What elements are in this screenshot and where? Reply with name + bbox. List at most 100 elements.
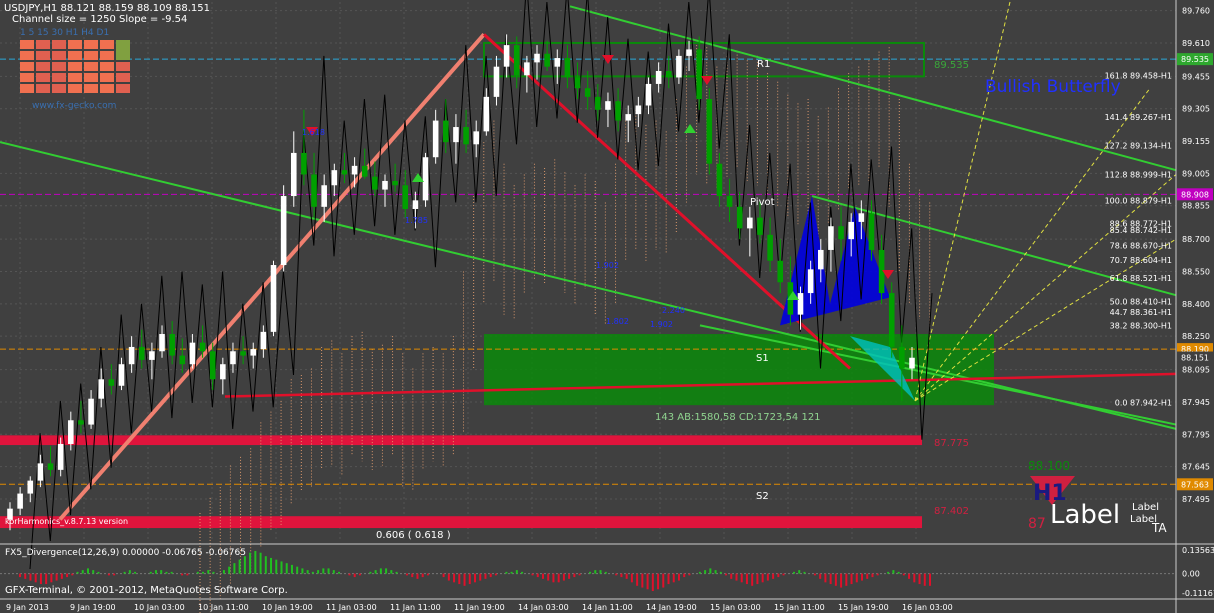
price-flag-label: 87.563: [1181, 480, 1209, 489]
candle-body: [534, 53, 540, 63]
candle-body: [625, 114, 632, 121]
candle-body: [290, 152, 297, 197]
candle-body: [78, 420, 84, 425]
candle-body: [68, 420, 74, 444]
candle-body: [757, 217, 763, 235]
price-tick-label: 89.305: [1182, 105, 1210, 114]
wave-label: 1.618: [302, 128, 325, 137]
candle-body: [909, 357, 915, 369]
gecko-cell: [84, 73, 98, 82]
fib-level-label: 0.0 87.942-H1: [1115, 399, 1172, 408]
gecko-cell: [52, 62, 66, 71]
fib-level-label: 44.7 88.361-H1: [1110, 308, 1172, 317]
gecko-cell: [68, 40, 82, 49]
candle-body: [57, 443, 64, 470]
fib-level-label: 38.2 88.300-H1: [1110, 321, 1172, 330]
candle-body: [138, 346, 145, 360]
candle-body: [645, 83, 652, 106]
wave-label: 1.785: [405, 216, 428, 225]
time-tick-label: 14 Jan 03:00: [518, 603, 569, 612]
time-tick-label: 15 Jan 19:00: [838, 603, 889, 612]
gecko-cell: [36, 40, 50, 49]
candle-body: [665, 70, 672, 78]
gecko-cell: [84, 51, 98, 60]
gecko-cell: [20, 73, 34, 82]
wave-label: 1.802: [606, 317, 629, 326]
candle-body: [797, 293, 804, 315]
candle-body: [311, 174, 317, 207]
fib-level-label: 100.0 88.879-H1: [1105, 197, 1172, 206]
fib-level-label: 70.7 88.604-H1: [1110, 256, 1172, 265]
zone-label-s2: 87.402: [934, 506, 969, 517]
candle-body: [402, 185, 409, 209]
gecko-cell: [116, 73, 130, 82]
candle-body: [807, 269, 814, 294]
candle-body: [747, 217, 753, 229]
time-tick-label: 15 Jan 11:00: [774, 603, 825, 612]
fib-level-label: 141.4 89.267-H1: [1105, 113, 1172, 122]
price-tick-label: 89.760: [1182, 7, 1210, 16]
candle-body: [321, 185, 327, 207]
gecko-cell: [116, 84, 130, 93]
fib-level-label: 61.8 88.521-H1: [1110, 274, 1172, 283]
candle-body: [199, 342, 206, 352]
price-chart[interactable]: 161.8 89.458-H1141.4 89.267-H1127.2 89.1…: [0, 0, 1214, 613]
zone-label-s1: 87.775: [934, 438, 969, 449]
candle-body: [605, 101, 611, 110]
candle-body: [767, 234, 773, 261]
time-tick-label: 9 Jan 2013: [6, 603, 49, 612]
candle-body: [250, 349, 257, 356]
price-tick-label: 87.945: [1182, 398, 1210, 407]
gecko-cell: [36, 62, 50, 71]
price-tick-label: 87.495: [1182, 495, 1210, 504]
big-label: Label: [1050, 500, 1120, 530]
gecko-cell: [84, 84, 98, 93]
gecko-cell: [52, 73, 66, 82]
fib-level-label: 127.2 89.134-H1: [1105, 142, 1172, 151]
support-zone-1: [0, 435, 922, 446]
candle-body: [858, 213, 865, 222]
candle-body: [382, 180, 388, 190]
oscillator-title: FX5_Divergence(12,26,9) 0.00000 -0.06765…: [5, 548, 246, 558]
candle-body: [554, 58, 561, 67]
candle-body: [169, 334, 175, 356]
time-tick-label: 16 Jan 03:00: [902, 603, 953, 612]
mini-value: 88.100: [1028, 459, 1070, 473]
price-tick-label: 89.455: [1182, 72, 1210, 81]
candle-body: [17, 493, 23, 509]
time-tick-label: 15 Jan 03:00: [710, 603, 761, 612]
price-tick-label: 88.400: [1182, 300, 1210, 309]
osc-tick-label: 0.13563: [1182, 546, 1214, 555]
gecko-cell: [20, 51, 34, 60]
pivot-label: Pivot: [750, 197, 775, 208]
gecko-cell: [100, 84, 114, 93]
candle-body: [331, 170, 338, 186]
osc-tick-label: -0.11167: [1182, 589, 1214, 598]
candle-body: [716, 163, 723, 197]
price-flag-label: 88.151: [1181, 354, 1209, 363]
candle-body: [463, 127, 469, 145]
corner-label: TA: [1151, 521, 1167, 535]
candle-body: [493, 66, 500, 97]
time-tick-label: 9 Jan 19:00: [70, 603, 116, 612]
gecko-cell: [68, 51, 82, 60]
gecko-cell: [68, 84, 82, 93]
time-tick-label: 11 Jan 11:00: [390, 603, 441, 612]
price-tick-label: 88.550: [1182, 268, 1210, 277]
candle-body: [240, 351, 246, 356]
candle-body: [98, 379, 105, 399]
gecko-cell: [68, 73, 82, 82]
candle-body: [868, 213, 875, 250]
mini-value-2: 87: [1028, 516, 1046, 532]
candle-body: [220, 364, 226, 380]
candle-body: [47, 463, 54, 470]
candle-body: [159, 334, 165, 352]
pattern-name: Bullish Butterfly: [985, 77, 1121, 97]
price-tick-label: 89.155: [1182, 137, 1210, 146]
candle-body: [544, 53, 550, 67]
price-flag-label: 88.908: [1181, 190, 1209, 199]
candle-body: [341, 170, 348, 175]
time-tick-label: 10 Jan 19:00: [262, 603, 313, 612]
gecko-cell: [100, 40, 114, 49]
candle-body: [615, 101, 621, 121]
